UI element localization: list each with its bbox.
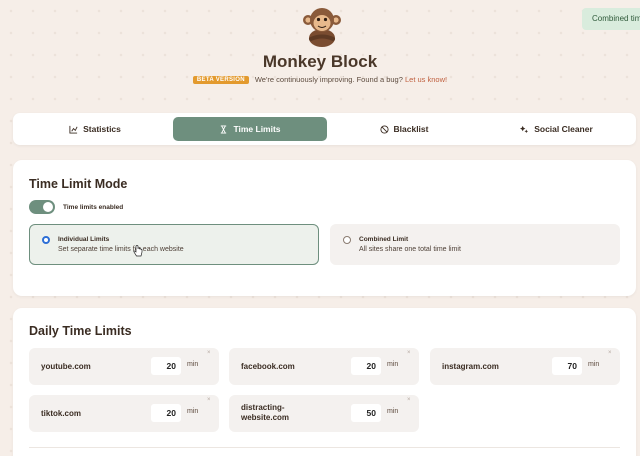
beta-badge: BETA VERSION	[192, 75, 249, 84]
hand-cursor-icon	[133, 245, 143, 257]
main-tabs: Statistics Time Limits Blacklist Social …	[13, 113, 636, 145]
minutes-input[interactable]: 20	[151, 404, 181, 422]
hourglass-icon	[221, 124, 227, 134]
mode-title: Individual Limits	[58, 236, 110, 243]
remove-site-button[interactable]: ×	[608, 350, 612, 356]
sparkle-icon	[520, 125, 529, 133]
report-bug-link[interactable]: Let us know!	[405, 75, 447, 84]
beta-message: We're continuously improving. Found a bu…	[254, 75, 448, 84]
mode-individual[interactable]: Individual Limits Set separate time limi…	[29, 224, 319, 265]
minutes-input[interactable]: 20	[351, 357, 381, 375]
toggle-row: Time limits enabled	[29, 200, 123, 214]
unit-label: min	[187, 408, 199, 415]
time-limit-mode-card: Time Limit Mode Time limits enabled Indi…	[13, 160, 636, 296]
unit-label: min	[187, 361, 199, 368]
beta-banner: BETA VERSION We're continuously improvin…	[0, 75, 640, 84]
remove-site-button[interactable]: ×	[407, 350, 411, 356]
mode-combined[interactable]: Combined Limit All sites share one total…	[330, 224, 620, 265]
app-title: Monkey Block	[262, 52, 378, 71]
mode-title: Combined Limit	[359, 236, 409, 243]
minutes-input[interactable]: 70	[552, 357, 582, 375]
site-limit-item: tiktok.com 20 min ×	[29, 395, 219, 432]
unit-label: min	[387, 361, 399, 368]
mode-description: Set separate time limits for each websit…	[58, 246, 184, 253]
tab-blacklist[interactable]: Blacklist	[327, 117, 481, 141]
remove-site-button[interactable]: ×	[407, 397, 411, 403]
tab-time-limits[interactable]: Time Limits	[173, 117, 327, 141]
daily-time-limits-card: Daily Time Limits youtube.com 20 min × f…	[13, 308, 636, 456]
toast-notification: Combined tim	[582, 8, 640, 30]
tab-statistics[interactable]: Statistics	[17, 117, 173, 141]
site-limit-item: instagram.com 70 min ×	[430, 348, 620, 385]
minutes-input[interactable]: 20	[151, 357, 181, 375]
time-limits-toggle[interactable]	[29, 200, 55, 214]
site-name: instagram.com	[442, 362, 499, 371]
site-name: youtube.com	[41, 362, 91, 371]
remove-site-button[interactable]: ×	[207, 350, 211, 356]
divider	[29, 447, 620, 448]
section-title: Daily Time Limits	[29, 324, 132, 338]
radio-combined[interactable]	[343, 236, 351, 244]
unit-label: min	[588, 361, 600, 368]
unit-label: min	[387, 408, 399, 415]
toggle-label: Time limits enabled	[63, 203, 124, 211]
mode-description: All sites share one total time limit	[359, 246, 461, 253]
site-limit-item: youtube.com 20 min ×	[29, 348, 219, 385]
monkey-logo	[303, 8, 341, 47]
site-name: facebook.com	[241, 362, 295, 371]
chart-icon	[69, 125, 78, 134]
tab-social-cleaner[interactable]: Social Cleaner	[481, 117, 632, 141]
block-icon	[379, 124, 389, 134]
site-limit-item: facebook.com 20 min ×	[229, 348, 419, 385]
minutes-input[interactable]: 50	[351, 404, 381, 422]
site-name: distracting-website.com	[241, 403, 290, 422]
radio-individual[interactable]	[42, 236, 50, 244]
site-name: tiktok.com	[41, 409, 82, 418]
site-limit-item: distracting-website.com 50 min ×	[229, 395, 419, 432]
remove-site-button[interactable]: ×	[207, 397, 211, 403]
section-title: Time Limit Mode	[29, 177, 128, 191]
